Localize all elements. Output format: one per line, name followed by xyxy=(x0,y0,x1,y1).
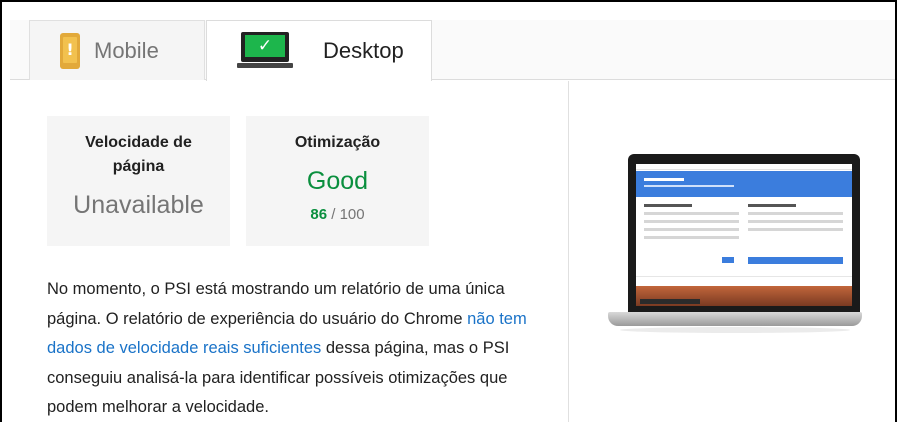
laptop-display xyxy=(636,164,852,306)
page-speed-title: Velocidade de página xyxy=(85,134,192,175)
tab-mobile-label: Mobile xyxy=(94,37,159,63)
device-tab-strip: ! Mobile ✓ Desktop xyxy=(10,20,895,81)
optimization-score: 86 / 100 xyxy=(246,206,429,223)
description-text-1: No momento, o PSI está mostrando um rela… xyxy=(47,280,505,328)
page-speed-card: Velocidade de página Unavailable xyxy=(47,116,230,246)
page-speed-value: Unavailable xyxy=(73,191,204,219)
optimization-score-value: 86 xyxy=(310,206,328,223)
mobile-phone-icon: ! xyxy=(60,32,80,69)
optimization-card: Otimização Good 86 / 100 xyxy=(246,116,429,246)
desktop-screenshot-preview xyxy=(600,150,870,370)
laptop-lid xyxy=(628,154,860,312)
report-description: No momento, o PSI está mostrando um rela… xyxy=(47,275,557,422)
tab-mobile[interactable]: ! Mobile xyxy=(29,20,205,80)
optimization-title: Otimização xyxy=(294,134,381,151)
optimization-score-max: / 100 xyxy=(331,206,365,223)
tab-desktop[interactable]: ✓ Desktop xyxy=(206,20,432,81)
laptop-base xyxy=(608,312,862,326)
panel-divider xyxy=(568,81,569,422)
desktop-computer-icon: ✓ xyxy=(237,32,293,70)
tab-desktop-label: Desktop xyxy=(323,38,404,63)
optimization-rating: Good xyxy=(306,167,369,195)
